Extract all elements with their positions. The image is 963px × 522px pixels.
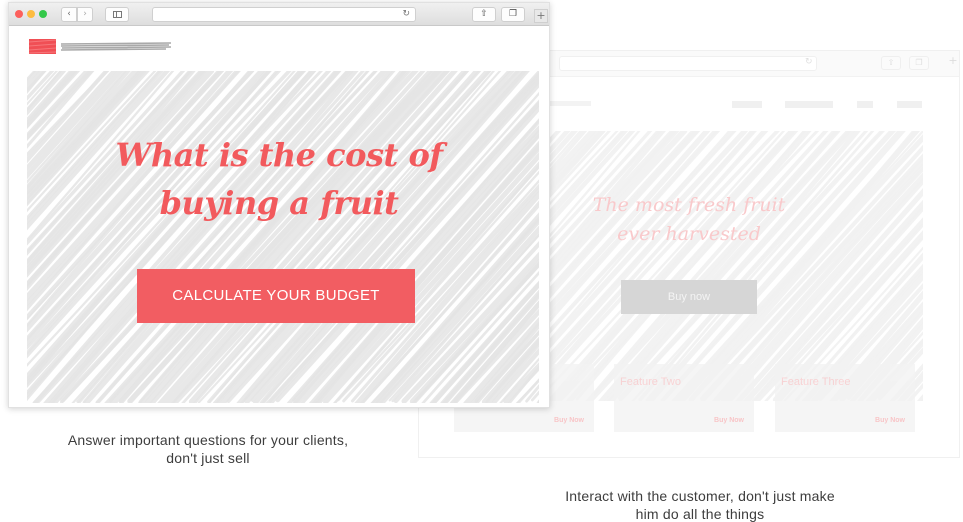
- feature-card-three[interactable]: Feature Three Buy Now: [775, 364, 915, 432]
- feature-buy-now-link[interactable]: Buy Now: [554, 417, 584, 424]
- share-icon[interactable]: ⇧: [472, 7, 496, 22]
- reload-icon[interactable]: ↻: [402, 8, 410, 21]
- back-nav-item[interactable]: [785, 101, 833, 108]
- buy-now-button[interactable]: Buy now: [621, 280, 757, 314]
- back-plus-icon[interactable]: +: [947, 54, 959, 68]
- sidebar-toggle-button[interactable]: [105, 7, 129, 22]
- address-bar[interactable]: ↻: [152, 7, 416, 22]
- hero-scribble-background: [27, 71, 539, 403]
- left-caption: Answer important questions for your clie…: [18, 431, 398, 467]
- feature-title: Feature Three: [781, 376, 851, 388]
- caption-line: him do all the things: [635, 506, 765, 522]
- back-tabs-icon[interactable]: ❐: [909, 56, 929, 70]
- browser-toolbar: ‹ › ↻ ⇧ ❐ +: [9, 3, 549, 26]
- back-url-bar[interactable]: [559, 56, 817, 71]
- back-headline-line: ever harvested: [617, 223, 761, 245]
- caption-line: Answer important questions for your clie…: [67, 432, 349, 448]
- right-caption: Interact with the customer, don't just m…: [500, 487, 900, 522]
- front-browser-window: ‹ › ↻ ⇧ ❐ + What is the cost of buying a…: [8, 2, 550, 408]
- tabs-icon[interactable]: ❐: [501, 7, 525, 22]
- back-reload-icon[interactable]: ↻: [805, 57, 813, 67]
- back-share-icon[interactable]: ⇧: [881, 56, 901, 70]
- feature-buy-now-link[interactable]: Buy Now: [714, 417, 744, 424]
- caption-line: don't just sell: [166, 450, 250, 466]
- logo-icon[interactable]: [28, 38, 57, 55]
- calculate-budget-button[interactable]: CALCULATE YOUR BUDGET: [137, 269, 415, 323]
- hero-headline: What is the cost of buying a fruit: [79, 131, 479, 227]
- chevron-left-icon[interactable]: ‹: [61, 7, 77, 22]
- back-hero-headline: The most fresh fruit ever harvested: [589, 191, 789, 249]
- feature-card-two[interactable]: Feature Two Buy Now: [614, 364, 754, 432]
- back-nav-item[interactable]: [732, 101, 762, 108]
- logo-wordmark-placeholder: [61, 42, 171, 51]
- zoom-window-button[interactable]: [39, 10, 47, 18]
- minimize-window-button[interactable]: [27, 10, 35, 18]
- headline-line: buying a fruit: [159, 184, 399, 222]
- plus-icon[interactable]: +: [534, 9, 548, 23]
- back-logo-placeholder: [549, 101, 591, 106]
- feature-title: Feature Two: [620, 376, 681, 388]
- close-window-button[interactable]: [15, 10, 23, 18]
- caption-line: Interact with the customer, don't just m…: [565, 488, 835, 504]
- headline-line: What is the cost of: [115, 136, 443, 174]
- sidebar-icon: [113, 11, 122, 18]
- feature-buy-now-link[interactable]: Buy Now: [875, 417, 905, 424]
- back-nav-item[interactable]: [857, 101, 873, 108]
- chevron-right-icon[interactable]: ›: [77, 7, 93, 22]
- back-nav-item[interactable]: [897, 101, 922, 108]
- back-headline-line: The most fresh fruit: [592, 194, 786, 216]
